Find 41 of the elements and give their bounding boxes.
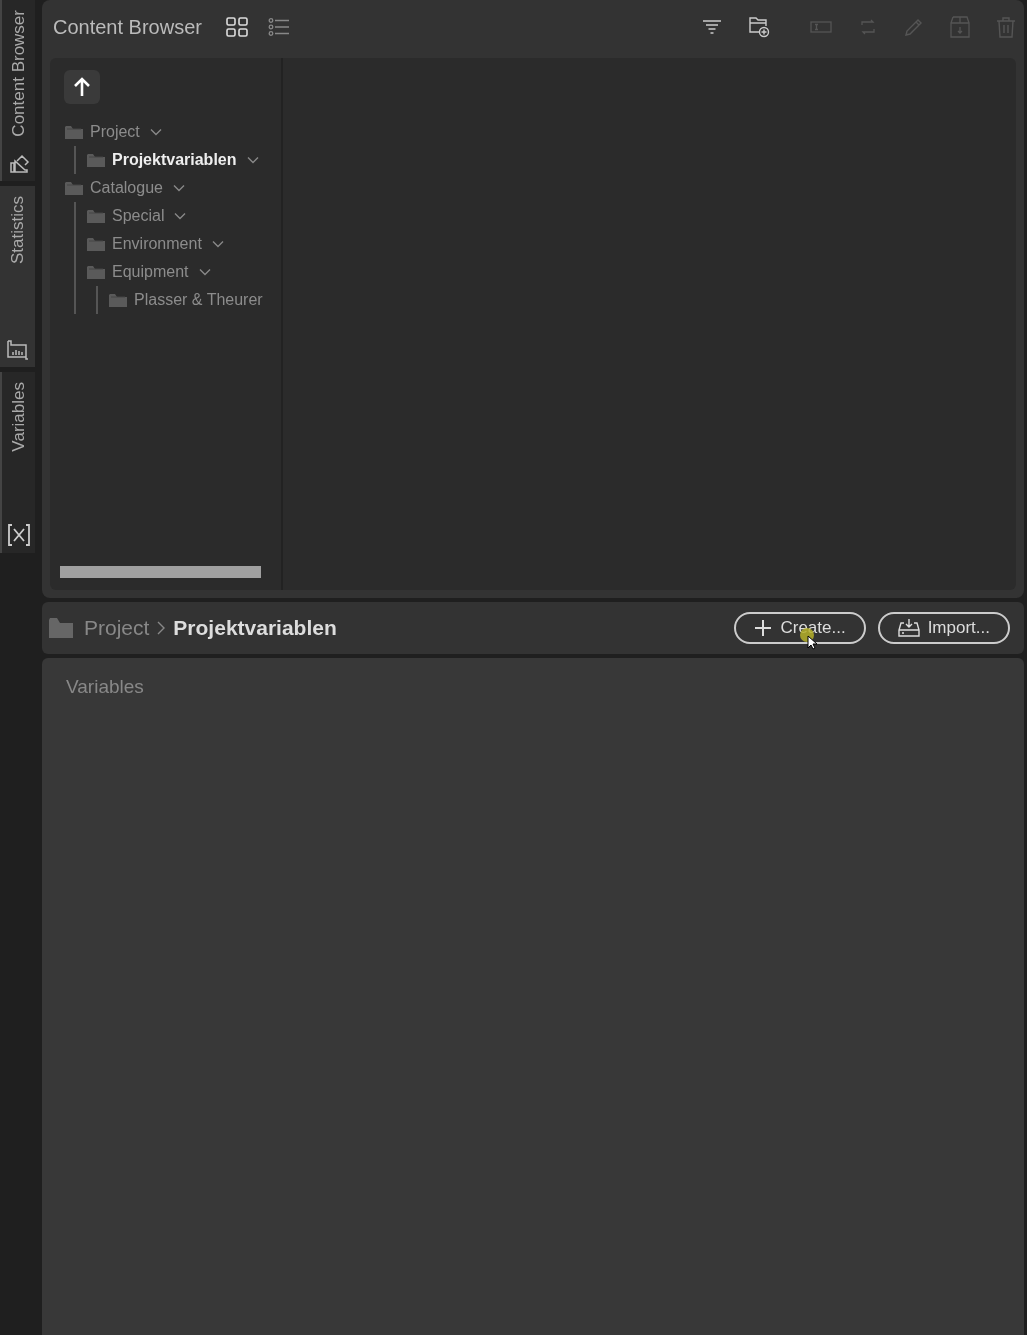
grid-view-icon[interactable]: [225, 17, 248, 37]
panel-title: Content Browser: [53, 15, 202, 39]
plus-icon: [754, 619, 773, 637]
side-tab[interactable]: Variables: [0, 372, 35, 553]
variable-icon: [6, 523, 31, 547]
folder-icon: [48, 617, 74, 639]
breadcrumb-item: Projektvariablen: [173, 616, 337, 640]
tree-item[interactable]: Special: [112, 207, 165, 225]
chart-icon: [5, 339, 30, 361]
filter-icon[interactable]: [702, 19, 722, 35]
side-tab[interactable]: Content Browser: [0, 0, 35, 181]
panel-title: Variables: [66, 676, 144, 697]
folder-icon: [86, 264, 106, 280]
tree-item[interactable]: Plasser & Theurer: [134, 291, 263, 309]
arrow-up-icon: [73, 77, 91, 97]
chevron-down-icon[interactable]: [246, 156, 259, 164]
folder-icon: [64, 124, 84, 140]
folder-icon: [86, 208, 106, 224]
chevron-right-icon: [157, 621, 166, 635]
folder-icon: [86, 152, 106, 168]
list-view-icon[interactable]: [267, 18, 290, 36]
chevron-down-icon[interactable]: [149, 128, 162, 136]
side-tab[interactable]: Statistics: [0, 186, 35, 367]
import-icon: [897, 618, 920, 638]
tree-item[interactable]: Project: [90, 123, 140, 141]
scrollbar[interactable]: [60, 566, 261, 578]
chevron-down-icon[interactable]: [172, 184, 185, 192]
chevron-down-icon[interactable]: [198, 268, 211, 276]
folder-icon: [108, 292, 128, 308]
folder-icon: [64, 180, 84, 196]
breadcrumb-item[interactable]: Project: [84, 616, 150, 640]
chevron-down-icon[interactable]: [211, 240, 224, 248]
import-button[interactable]: Import...: [877, 612, 1010, 644]
folder-icon: [86, 236, 106, 252]
tree-item[interactable]: Catalogue: [90, 179, 163, 197]
chevron-down-icon[interactable]: [174, 212, 187, 220]
tree-item[interactable]: Projektvariablen: [112, 151, 237, 169]
new-folder-icon[interactable]: [748, 16, 770, 38]
tree-item[interactable]: Equipment: [112, 263, 189, 281]
tree-item[interactable]: Environment: [112, 235, 202, 253]
up-button[interactable]: [64, 70, 100, 104]
